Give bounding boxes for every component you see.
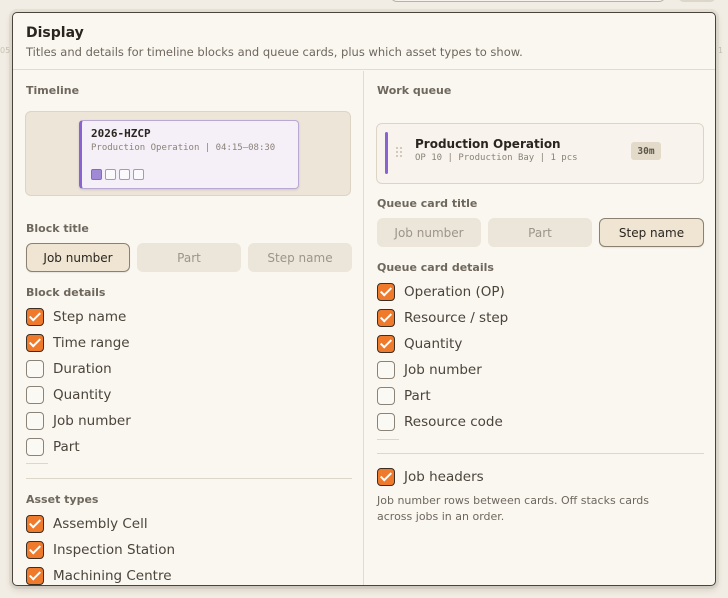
timeline-block-preview: 2026-HZCP Production Operation | 04:15–0…: [79, 120, 299, 189]
timeline-block-step-indicator: [119, 169, 130, 180]
block-title-option-part[interactable]: Part: [137, 243, 241, 272]
queue-title-option-part[interactable]: Part: [488, 218, 592, 247]
popover-header: Display Titles and details for timeline …: [13, 13, 715, 70]
checkbox[interactable]: [26, 567, 44, 585]
queue-detail-operation[interactable]: Operation (OP): [377, 282, 505, 302]
queue-title-option-job-number[interactable]: Job number: [377, 218, 481, 247]
queue-detail-quantity[interactable]: Quantity: [377, 334, 462, 354]
block-detail-job-number[interactable]: Job number: [26, 411, 131, 431]
checkbox[interactable]: [26, 334, 44, 352]
checkbox[interactable]: [377, 468, 395, 486]
checkbox-label: Assembly Cell: [53, 516, 148, 532]
job-headers-toggle[interactable]: Job headers: [377, 467, 484, 487]
queue-detail-resource-code[interactable]: Resource code: [377, 412, 503, 432]
work-queue-column: Work queue Production Operation OP 10 | …: [365, 71, 715, 585]
timeline-block-step-indicator: [91, 169, 102, 180]
queue-detail-part[interactable]: Part: [377, 386, 431, 406]
checkbox[interactable]: [26, 515, 44, 533]
checkbox[interactable]: [377, 309, 395, 327]
checkbox-label: Quantity: [404, 336, 463, 352]
asset-types-label: Asset types: [26, 493, 99, 506]
work-queue-section-label: Work queue: [377, 84, 452, 97]
background-button: [678, 0, 716, 2]
checkbox-label: Machining Centre: [53, 568, 172, 584]
queue-card-subtitle: OP 10 | Production Bay | 1 pcs: [415, 153, 578, 163]
checkbox[interactable]: [377, 361, 395, 379]
popover-subtitle: Titles and details for timeline blocks a…: [26, 45, 523, 59]
queue-card-preview: Production Operation OP 10 | Production …: [376, 123, 704, 184]
timeline-block-title: 2026-HZCP: [91, 127, 151, 140]
scroll-clipped-item: [377, 439, 399, 440]
block-detail-time-range[interactable]: Time range: [26, 333, 130, 353]
asset-type-inspection-station[interactable]: Inspection Station: [26, 540, 175, 560]
asset-type-assembly-cell[interactable]: Assembly Cell: [26, 514, 148, 534]
timeline-section-label: Timeline: [26, 84, 80, 97]
popover-title: Display: [26, 25, 84, 41]
job-headers-help-text: Job number rows between cards. Off stack…: [377, 494, 649, 523]
checkbox-label: Inspection Station: [53, 542, 176, 558]
timeline-block-subtitle: Production Operation | 04:15–08:30: [91, 143, 276, 153]
checkbox-label: Resource / step: [404, 310, 509, 326]
checkbox-label: Job headers: [404, 469, 484, 485]
display-settings-popover: Display Titles and details for timeline …: [12, 12, 716, 586]
checkbox-label: Quantity: [53, 387, 112, 403]
checkbox[interactable]: [377, 387, 395, 405]
queue-card-title: Production Operation: [415, 137, 561, 151]
timeline-block-step-indicator: [105, 169, 116, 180]
checkbox[interactable]: [26, 308, 44, 326]
block-detail-duration[interactable]: Duration: [26, 359, 112, 379]
checkbox-label: Part: [53, 439, 80, 455]
drag-handle-icon: [396, 147, 404, 159]
checkbox-label: Resource code: [404, 414, 503, 430]
block-details-label: Block details: [26, 286, 106, 299]
checkbox-label: Operation (OP): [404, 284, 505, 300]
queue-card-title-label: Queue card title: [377, 197, 478, 210]
checkbox[interactable]: [377, 283, 395, 301]
queue-card-duration-badge: 30m: [631, 142, 661, 160]
checkbox-label: Step name: [53, 309, 127, 325]
queue-card-accent: [385, 132, 388, 174]
asset-type-machining-centre[interactable]: Machining Centre: [26, 566, 172, 585]
checkbox-label: Part: [404, 388, 431, 404]
background-search-input: [390, 0, 666, 2]
checkbox[interactable]: [26, 412, 44, 430]
checkbox-label: Job number: [53, 413, 131, 429]
checkbox[interactable]: [26, 541, 44, 559]
background-timeline-tick: 05: [0, 46, 11, 55]
background-timeline-tick: 1: [718, 46, 724, 55]
timeline-column: Timeline 2026-HZCP Production Operation …: [13, 71, 364, 585]
scroll-clipped-item: [26, 463, 48, 464]
checkbox-label: Job number: [404, 362, 482, 378]
block-title-option-step-name[interactable]: Step name: [248, 243, 352, 272]
queue-detail-job-number[interactable]: Job number: [377, 360, 482, 380]
section-divider: [377, 453, 704, 454]
block-title-label: Block title: [26, 222, 89, 235]
checkbox[interactable]: [26, 438, 44, 456]
block-detail-step-name[interactable]: Step name: [26, 307, 126, 327]
queue-detail-resource-step[interactable]: Resource / step: [377, 308, 508, 328]
checkbox[interactable]: [26, 360, 44, 378]
checkbox-label: Time range: [53, 335, 130, 351]
timeline-preview: 2026-HZCP Production Operation | 04:15–0…: [25, 111, 351, 196]
queue-title-option-step-name[interactable]: Step name: [599, 218, 704, 247]
block-detail-quantity[interactable]: Quantity: [26, 385, 111, 405]
block-title-option-job-number[interactable]: Job number: [26, 243, 130, 272]
timeline-block-step-indicator: [133, 169, 144, 180]
checkbox-label: Duration: [53, 361, 112, 377]
section-divider: [26, 478, 352, 479]
block-detail-part[interactable]: Part: [26, 437, 80, 457]
checkbox[interactable]: [377, 335, 395, 353]
checkbox[interactable]: [377, 413, 395, 431]
queue-card-details-label: Queue card details: [377, 261, 494, 274]
checkbox[interactable]: [26, 386, 44, 404]
